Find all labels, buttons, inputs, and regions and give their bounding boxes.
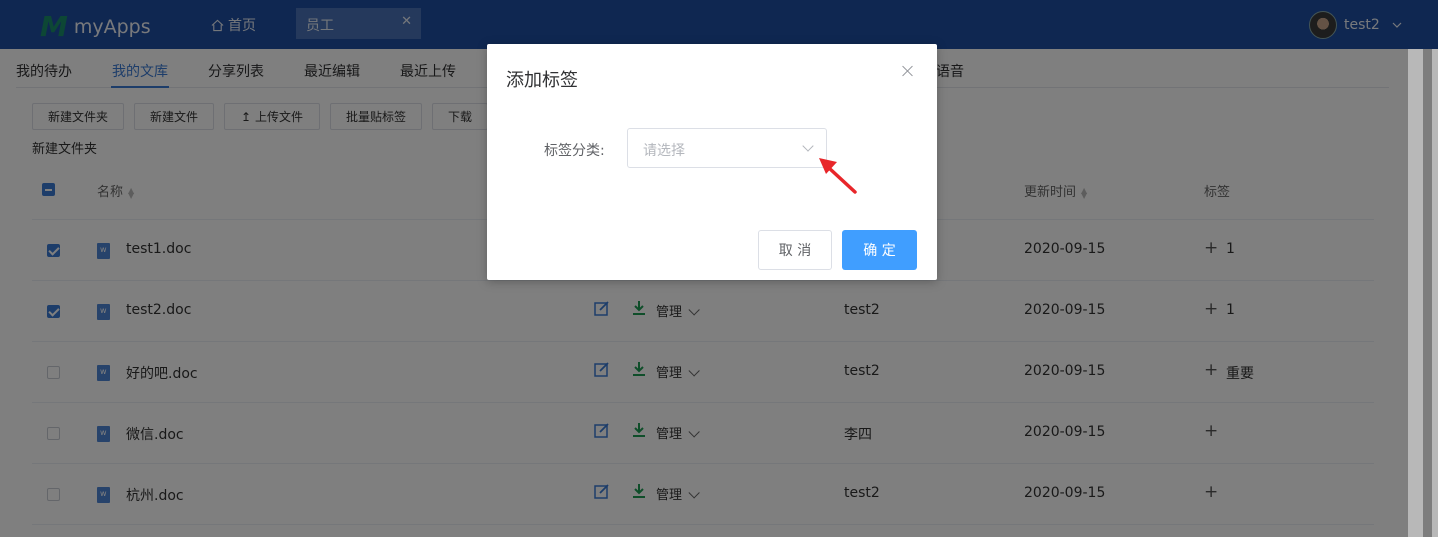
- close-icon[interactable]: [901, 64, 915, 78]
- add-tag-dialog: 添加标签 标签分类: 请选择 取 消 确 定: [487, 44, 937, 280]
- tag-category-label: 标签分类:: [544, 143, 605, 159]
- dialog-title: 添加标签: [506, 70, 578, 91]
- chevron-down-icon: [802, 140, 814, 152]
- annotation-arrow-icon: [819, 158, 857, 194]
- scrollbar-thumb[interactable]: [1423, 49, 1432, 537]
- cancel-button[interactable]: 取 消: [758, 230, 832, 270]
- select-placeholder: 请选择: [643, 143, 685, 159]
- tag-category-select[interactable]: 请选择: [627, 128, 827, 168]
- confirm-button[interactable]: 确 定: [842, 230, 917, 270]
